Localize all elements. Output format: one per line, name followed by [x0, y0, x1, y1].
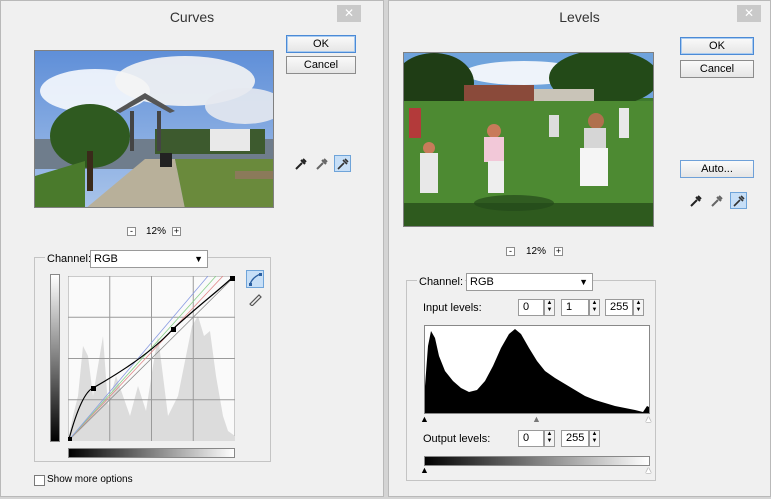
show-more-options-checkbox[interactable] — [34, 475, 45, 486]
white-point-eyedropper-icon[interactable] — [730, 192, 747, 209]
output-white-stepper[interactable]: ▲ ▼ — [589, 430, 600, 447]
white-point-eyedropper-icon[interactable] — [334, 155, 351, 172]
curves-preview-image — [34, 50, 274, 208]
curve-tool-icon[interactable] — [246, 270, 264, 288]
output-black-field[interactable]: 0 — [518, 430, 544, 447]
curves-dialog: Curves ✕ OK Cancel - 12% + Channel: RGB … — [0, 0, 384, 497]
curves-zoom-value: 12% — [146, 226, 167, 237]
curves-channel-label: Channel: — [45, 253, 94, 265]
curves-close-button[interactable]: ✕ — [337, 5, 361, 22]
levels-close-button[interactable]: ✕ — [737, 5, 761, 22]
input-gamma-field[interactable]: 1 — [561, 299, 589, 316]
output-gradient — [424, 456, 650, 466]
curves-cancel-button[interactable]: Cancel — [286, 56, 356, 74]
curves-titlebar[interactable]: Curves ✕ — [1, 1, 383, 31]
curves-input-gradient — [68, 448, 235, 458]
input-black-slider[interactable]: ▲ — [420, 415, 429, 424]
levels-channel-value: RGB — [470, 276, 494, 288]
gray-point-eyedropper-icon[interactable] — [709, 193, 725, 209]
levels-channel-label: Channel: — [417, 276, 466, 288]
curves-zoom-out-button[interactable]: - — [127, 227, 136, 236]
levels-zoom-value: 12% — [526, 246, 547, 257]
levels-histogram — [424, 325, 650, 414]
black-point-eyedropper-icon[interactable] — [688, 193, 704, 209]
input-white-slider[interactable]: ▲ — [644, 415, 653, 424]
levels-auto-button[interactable]: Auto... — [680, 160, 754, 178]
curves-title: Curves — [169, 9, 215, 25]
curves-output-gradient — [50, 274, 60, 442]
input-gamma-slider[interactable]: ▲ — [532, 415, 541, 424]
black-point-eyedropper-icon[interactable] — [293, 156, 309, 172]
input-white-field[interactable]: 255 — [605, 299, 633, 316]
levels-ok-button[interactable]: OK — [680, 37, 754, 55]
curves-graph[interactable] — [67, 275, 236, 442]
levels-zoom-in-button[interactable]: + — [554, 247, 563, 256]
curves-channel-select[interactable]: RGB ▼ — [90, 250, 208, 268]
levels-channel-select[interactable]: RGB ▼ — [466, 273, 593, 291]
input-black-field[interactable]: 0 — [518, 299, 544, 316]
show-more-options-label: Show more options — [47, 474, 133, 485]
input-black-stepper[interactable]: ▲ ▼ — [544, 299, 555, 316]
output-levels-label: Output levels: — [423, 433, 491, 445]
levels-zoom-out-button[interactable]: - — [506, 247, 515, 256]
output-black-stepper[interactable]: ▲ ▼ — [544, 430, 555, 447]
output-black-slider[interactable]: ▲ — [420, 466, 429, 475]
output-white-field[interactable]: 255 — [561, 430, 589, 447]
gray-point-eyedropper-icon[interactable] — [314, 156, 330, 172]
pencil-tool-icon[interactable] — [247, 290, 263, 307]
input-white-stepper[interactable]: ▲ ▼ — [633, 299, 644, 316]
output-white-slider[interactable]: ▲ — [644, 466, 653, 475]
curves-ok-button[interactable]: OK — [286, 35, 356, 53]
chevron-down-icon: ▼ — [579, 277, 588, 287]
levels-titlebar[interactable]: Levels ✕ — [389, 1, 770, 31]
input-gamma-stepper[interactable]: ▲ ▼ — [589, 299, 600, 316]
levels-preview-image — [403, 52, 654, 227]
curves-zoom-in-button[interactable]: + — [172, 227, 181, 236]
levels-dialog: Levels ✕ OK Cancel Auto... - 12% + Chann… — [388, 0, 771, 497]
chevron-down-icon: ▼ — [194, 254, 203, 264]
levels-title: Levels — [559, 9, 600, 25]
input-levels-label: Input levels: — [423, 302, 482, 314]
levels-cancel-button[interactable]: Cancel — [680, 60, 754, 78]
curves-channel-value: RGB — [94, 253, 118, 265]
